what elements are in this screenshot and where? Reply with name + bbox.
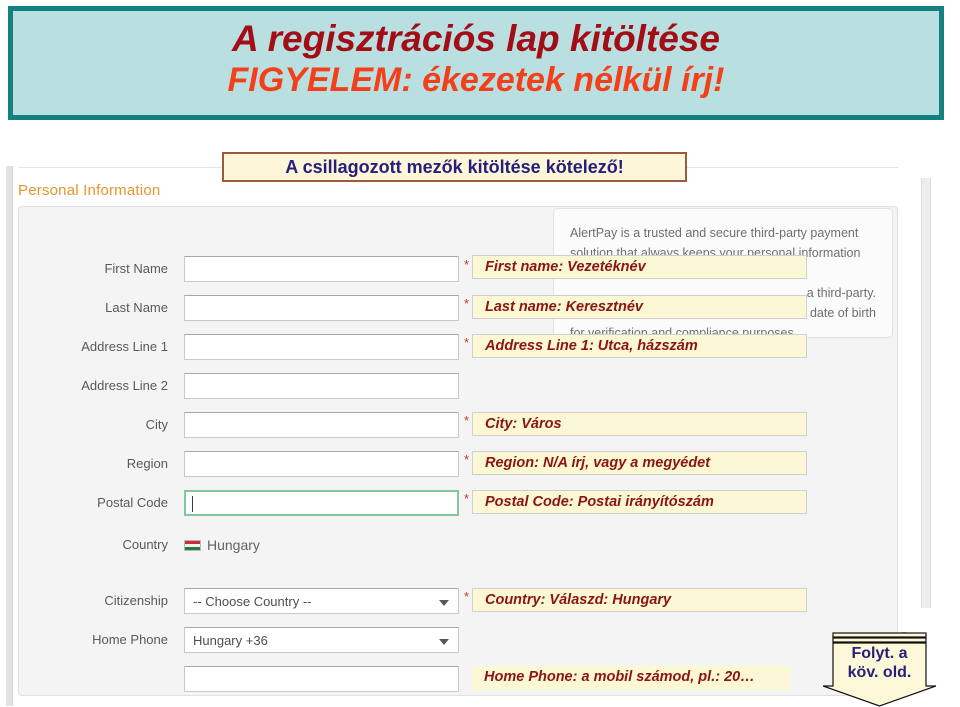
annotation-note-postal-code: Postal Code: Postai irányítószám (472, 490, 807, 514)
select-citizenship[interactable]: -- Choose Country -- (184, 588, 459, 614)
label-first-name: First Name (104, 261, 168, 276)
annotation-note-region: Region: N/A írj, vagy a megyédet (472, 451, 807, 475)
country-value-text: Hungary (207, 537, 260, 553)
required-asterisk: * (464, 335, 470, 350)
country-value: Hungary (184, 532, 260, 558)
input-region[interactable] (184, 451, 459, 477)
input-first-name[interactable] (184, 256, 459, 282)
required-asterisk: * (464, 452, 470, 467)
required-asterisk: * (464, 589, 470, 604)
form-row-home-phone: Home Phone Hungary +36 (0, 627, 880, 653)
input-postal-code[interactable] (184, 490, 459, 516)
select-citizenship-value: -- Choose Country -- (193, 594, 312, 609)
title-line-2: FIGYELEM: ékezetek nélkül írj! (227, 60, 725, 99)
input-home-phone-number[interactable] (184, 666, 459, 692)
hungary-flag-icon (184, 540, 201, 551)
form-row-country: Country Hungary (0, 532, 880, 558)
select-home-phone-country-code[interactable]: Hungary +36 (184, 627, 459, 653)
chevron-down-icon (439, 639, 449, 645)
title-banner: A regisztrációs lap kitöltése FIGYELEM: … (8, 6, 944, 120)
annotation-note-city: City: Város (472, 412, 807, 436)
required-asterisk: * (464, 491, 470, 506)
down-arrow-callout-icon (823, 632, 936, 707)
select-home-phone-value: Hungary +36 (193, 633, 268, 648)
label-region: Region (126, 456, 168, 471)
annotation-note-first-name: First name: Vezetéknév (472, 255, 807, 279)
form-row-address-line-2: Address Line 2 (0, 373, 880, 399)
label-address-line-2: Address Line 2 (81, 378, 168, 393)
required-asterisk: * (464, 413, 470, 428)
annotation-note-home-phone: Home Phone: a mobil számod, pl.: 20… (472, 666, 790, 690)
section-title-personal-information: Personal Information (18, 182, 161, 199)
label-last-name: Last Name (105, 300, 168, 315)
next-page-callout: Folyt. a köv. old. (823, 632, 936, 707)
label-address-line-1: Address Line 1 (81, 339, 168, 354)
label-country: Country (122, 537, 168, 552)
info-panel-line-1: AlertPay is a trusted and secure third-p… (570, 226, 859, 240)
text-caret (192, 496, 193, 512)
annotation-note-address-1: Address Line 1: Utca, házszám (472, 334, 807, 358)
input-address-line-2[interactable] (184, 373, 459, 399)
label-citizenship: Citizenship (104, 593, 168, 608)
label-city: City (145, 417, 168, 432)
label-postal-code: Postal Code (97, 495, 168, 510)
label-home-phone: Home Phone (92, 632, 168, 647)
annotation-note-country: Country: Válaszd: Hungary (472, 588, 807, 612)
title-line-1: A regisztrációs lap kitöltése (231, 18, 721, 59)
required-asterisk: * (464, 296, 470, 311)
input-last-name[interactable] (184, 295, 459, 321)
annotation-note-last-name: Last name: Keresztnév (472, 295, 807, 319)
input-city[interactable] (184, 412, 459, 438)
callout-required-fields: A csillagozott mezők kitöltése kötelező! (222, 152, 687, 182)
required-asterisk: * (464, 257, 470, 272)
chevron-down-icon (439, 600, 449, 606)
page-scrollbar[interactable] (921, 178, 931, 608)
input-address-line-1[interactable] (184, 334, 459, 360)
